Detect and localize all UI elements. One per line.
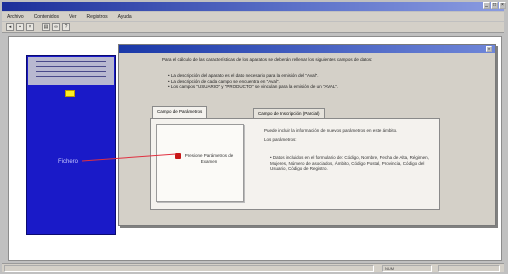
print-icon[interactable]: ▤	[42, 23, 50, 31]
dialog-title-bar	[119, 45, 495, 53]
window-controls: _ □ ×	[483, 2, 506, 9]
bullet-item: • Los campos "USUARIO" y "PRODUCTO" se v…	[168, 84, 339, 89]
menu-ver[interactable]: Ver	[69, 14, 77, 20]
tab-inscripcion[interactable]: Campo de Inscripción (Parcial)	[253, 108, 325, 118]
tab-parametros[interactable]: Campo de Parámetros	[152, 106, 208, 118]
cancel-icon[interactable]: ×	[26, 23, 34, 31]
status-num: NUM	[382, 265, 432, 272]
bullet-item: • Datos incluidos en el formulario de: C…	[270, 155, 429, 171]
binoculars-icon[interactable]: ∞	[52, 23, 60, 31]
maximize-button[interactable]: □	[491, 2, 498, 9]
dialog-bullet-list: • La descripción del aparato es el dato …	[168, 73, 398, 90]
left-panel-header	[28, 57, 114, 85]
menu-contenidos[interactable]: Contenidos	[34, 14, 59, 20]
menu-bar: Archivo Contenidos Ver Registros Ayuda	[2, 12, 504, 21]
help-icon[interactable]: ?	[62, 23, 70, 31]
header-line	[36, 76, 106, 77]
menu-registros[interactable]: Registros	[87, 14, 108, 20]
save-icon[interactable]: ▪	[16, 23, 24, 31]
status-bar: NUM	[2, 263, 504, 272]
dialog-close-button[interactable]: ×	[486, 46, 492, 52]
status-main	[4, 265, 374, 272]
menu-archivo[interactable]: Archivo	[7, 14, 24, 20]
right-subtitle: Los parámetros:	[264, 136, 297, 142]
header-line	[36, 66, 106, 67]
back-icon[interactable]: ◂	[6, 23, 14, 31]
status-extra	[438, 265, 500, 272]
menu-ayuda[interactable]: Ayuda	[118, 14, 132, 20]
folder-icon[interactable]	[65, 90, 75, 97]
close-button[interactable]: ×	[499, 2, 506, 9]
parameters-box-text: Presione Parámetros de Examen	[184, 153, 234, 164]
right-intro: Puede incluir la información de nuevos p…	[264, 128, 398, 133]
dialog-intro-text: Para el cálculo de las características d…	[162, 57, 373, 62]
right-panel-text: Puede incluir la información de nuevos p…	[264, 128, 429, 142]
pointer-line	[81, 153, 177, 162]
toolbar: ◂ ▪ × ▤ ∞ ?	[2, 22, 504, 33]
title-bar	[2, 2, 504, 11]
header-line	[36, 61, 106, 62]
right-bullet-list: • Datos incluidos en el formulario de: C…	[270, 155, 430, 172]
left-panel-label[interactable]: Fichero	[58, 159, 78, 165]
minimize-button[interactable]: _	[483, 2, 490, 9]
header-line	[36, 71, 106, 72]
